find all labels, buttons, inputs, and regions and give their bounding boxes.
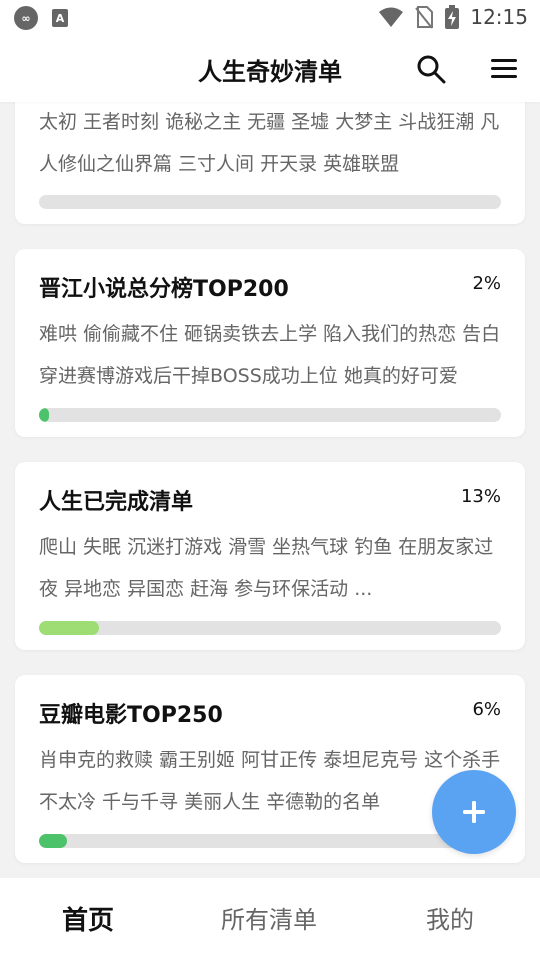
card-percent: 13%: [460, 486, 501, 507]
no-sim-icon: [415, 6, 434, 29]
card-percent: 2%: [472, 273, 501, 294]
a-app-icon: A: [52, 9, 68, 27]
search-icon[interactable]: [416, 54, 446, 84]
progress-fill: [39, 408, 49, 422]
card-items-preview: 太初 王者时刻 诡秘之主 无疆 圣墟 大梦主 斗战狂潮 凡人修仙之仙界篇 三寸人…: [39, 111, 500, 175]
progress-fill: [39, 834, 67, 848]
nav-tab-all-lists[interactable]: 所有清单: [221, 900, 317, 935]
nav-tab-home[interactable]: 首页: [62, 900, 114, 937]
card-title: 豆瓣电影TOP250: [39, 703, 223, 728]
card-percent: 6%: [472, 699, 501, 720]
card-title: 人生已完成清单: [39, 490, 194, 515]
plus-icon: [463, 801, 485, 823]
battery-charging-icon: [445, 5, 460, 29]
bottom-nav: 首页 所有清单 我的: [0, 878, 540, 960]
status-right-icons: 12:15: [378, 4, 528, 30]
status-left-icons: ∞ A: [14, 6, 68, 30]
app-screen: ∞ A 12:15 人生奇妙清单 太初 王者时刻 诡秘之主 无疆 圣墟 大梦主 …: [0, 0, 540, 960]
page-title: 人生奇妙清单: [198, 58, 342, 86]
progress-track: [39, 195, 501, 209]
list-card[interactable]: 晋江小说总分榜TOP200 2% 难哄 偷偷藏不住 砸锅卖铁去上学 陷入我们的热…: [15, 249, 525, 437]
status-bar: ∞ A 12:15: [0, 0, 540, 36]
list-card[interactable]: 人生已完成清单 13% 爬山 失眠 沉迷打游戏 滑雪 坐热气球 钓鱼 在朋友家过…: [15, 462, 525, 650]
status-time: 12:15: [470, 5, 528, 29]
progress-track: [39, 408, 501, 422]
add-list-button[interactable]: [432, 770, 516, 854]
wifi-icon: [379, 7, 404, 27]
card-items-preview: 爬山 失眠 沉迷打游戏 滑雪 坐热气球 钓鱼 在朋友家过夜 异地恋 异国恋 赶海…: [39, 536, 494, 600]
app-header: 人生奇妙清单: [0, 36, 540, 102]
list-container[interactable]: 太初 王者时刻 诡秘之主 无疆 圣墟 大梦主 斗战狂潮 凡人修仙之仙界篇 三寸人…: [0, 102, 540, 878]
card-title: 晋江小说总分榜TOP200: [39, 277, 289, 302]
card-items-preview: 难哄 偷偷藏不住 砸锅卖铁去上学 陷入我们的热恋 告白 穿进赛博游戏后干掉BOS…: [39, 323, 501, 387]
list-card[interactable]: 太初 王者时刻 诡秘之主 无疆 圣墟 大梦主 斗战狂潮 凡人修仙之仙界篇 三寸人…: [15, 102, 525, 224]
progress-track: [39, 834, 501, 848]
menu-icon[interactable]: [490, 56, 518, 82]
progress-fill: [39, 621, 99, 635]
nav-tab-mine[interactable]: 我的: [426, 900, 474, 935]
progress-track: [39, 621, 501, 635]
infinity-app-icon: ∞: [14, 6, 38, 30]
